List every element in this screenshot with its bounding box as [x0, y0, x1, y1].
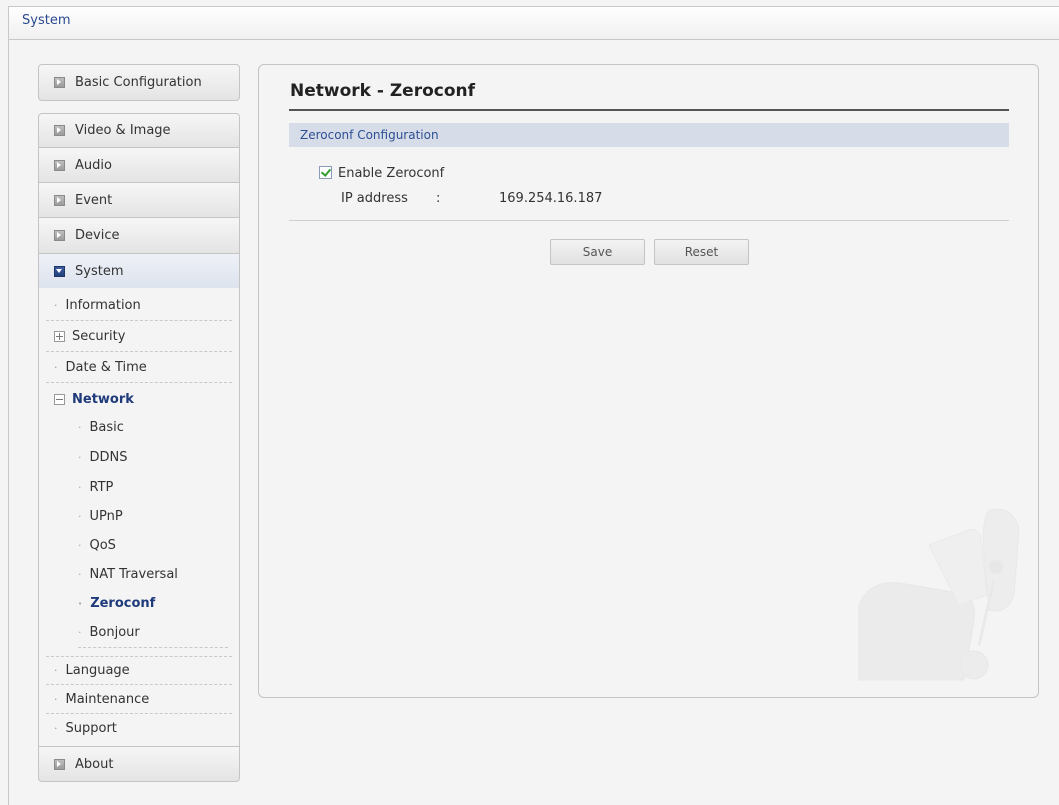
bullet-icon: ·	[54, 692, 58, 706]
sidebar-subitem-label: NAT Traversal	[89, 566, 178, 582]
sidebar-subitem-rtp[interactable]: · RTP	[78, 472, 228, 502]
bullet-icon: ·	[78, 596, 83, 610]
title-divider	[289, 109, 1009, 111]
sidebar-item-security[interactable]: Security	[46, 322, 232, 352]
ip-address-separator: :	[436, 191, 441, 206]
menu-label: Device	[75, 228, 120, 243]
expand-icon	[54, 77, 65, 88]
bullet-icon: ·	[78, 450, 82, 464]
menu-system[interactable]: System	[38, 253, 240, 289]
sidebar-item-support[interactable]: · Support	[46, 714, 232, 743]
save-button[interactable]: Save	[550, 239, 645, 265]
sidebar-subitem-ddns[interactable]: · DDNS	[78, 442, 228, 472]
bullet-icon: ·	[54, 663, 58, 677]
sidebar-subitem-label: Basic	[89, 419, 124, 435]
sidebar-subitem-label: QoS	[89, 537, 116, 553]
reset-button[interactable]: Reset	[654, 239, 749, 265]
bullet-icon: ·	[78, 420, 82, 434]
expand-icon	[54, 194, 65, 206]
bullet-icon: ·	[78, 480, 82, 494]
sidebar-item-label: Language	[65, 662, 130, 678]
ip-address-value: 169.254.16.187	[499, 191, 603, 206]
page-title: Network - Zeroconf	[290, 81, 476, 101]
sidebar-item-label: Maintenance	[65, 691, 150, 707]
menu-basic-configuration[interactable]: Basic Configuration	[38, 64, 240, 101]
header-title: System	[22, 13, 71, 28]
expand-icon	[54, 758, 65, 770]
sidebar-subitem-basic[interactable]: · Basic	[78, 412, 228, 442]
section-header: Zeroconf Configuration	[289, 123, 1009, 147]
sidebar-item-label: Support	[65, 721, 117, 736]
menu-label: Basic Configuration	[75, 75, 202, 90]
sidebar-subitem-label: UPnP	[89, 508, 123, 524]
bullet-icon: ·	[78, 538, 82, 552]
menu-label: Video & Image	[75, 123, 171, 138]
top-header-bar: System	[8, 6, 1059, 40]
sidebar-item-information[interactable]: · Information	[46, 291, 232, 321]
sidebar-item-label: Network	[72, 391, 134, 407]
collapse-icon	[54, 265, 65, 277]
bullet-icon: ·	[54, 299, 58, 312]
sidebar-subitem-label: Bonjour	[89, 624, 140, 640]
menu-event[interactable]: Event	[38, 182, 240, 218]
sidebar-subitem-label: RTP	[89, 479, 114, 495]
sidebar-item-maintenance[interactable]: · Maintenance	[46, 685, 232, 714]
form-divider	[289, 220, 1009, 221]
ip-address-label: IP address	[341, 191, 408, 206]
enable-zeroconf-checkbox[interactable]	[319, 166, 332, 179]
sidebar-item-date-time[interactable]: · Date & Time	[46, 353, 232, 383]
bullet-icon: ·	[54, 361, 58, 374]
bullet-icon: ·	[54, 722, 58, 735]
sidebar-item-label: Security	[72, 329, 126, 344]
bullet-icon: ·	[78, 509, 82, 523]
menu-audio[interactable]: Audio	[38, 147, 240, 183]
plus-box-icon	[54, 331, 65, 342]
sidebar-item-label: Date & Time	[65, 360, 147, 375]
expand-icon	[54, 125, 65, 136]
sidebar-subitem-label: DDNS	[89, 449, 128, 465]
sidebar-subitem-nat-traversal[interactable]: · NAT Traversal	[78, 559, 228, 589]
bullet-icon: ·	[78, 625, 82, 639]
content-panel: Network - Zeroconf Zeroconf Configuratio…	[258, 64, 1039, 698]
expand-icon	[54, 230, 65, 241]
sidebar-item-label: Information	[65, 298, 141, 313]
expand-icon	[54, 159, 65, 171]
sidebar-subitem-upnp[interactable]: · UPnP	[78, 501, 228, 531]
bullet-icon: ·	[78, 567, 82, 581]
minus-box-icon	[54, 393, 65, 405]
menu-label: Event	[75, 192, 113, 208]
enable-zeroconf-label[interactable]: Enable Zeroconf	[338, 166, 444, 181]
menu-video-image[interactable]: Video & Image	[38, 113, 240, 148]
menu-label: System	[75, 263, 124, 279]
menu-label: Audio	[75, 157, 112, 173]
sidebar-item-language[interactable]: · Language	[46, 656, 232, 685]
sidebar-subitem-bonjour[interactable]: · Bonjour	[78, 617, 228, 648]
sidebar-item-network[interactable]: Network	[46, 384, 232, 414]
sidebar-subitem-label: Zeroconf	[90, 595, 156, 611]
menu-device[interactable]: Device	[38, 217, 240, 254]
section-title: Zeroconf Configuration	[300, 128, 439, 142]
tools-watermark-icon	[858, 508, 1020, 681]
sidebar-subitem-qos[interactable]: · QoS	[78, 530, 228, 560]
menu-label: About	[75, 756, 114, 772]
menu-about[interactable]: About	[38, 746, 240, 782]
sidebar-subitem-zeroconf[interactable]: · Zeroconf	[78, 588, 228, 618]
